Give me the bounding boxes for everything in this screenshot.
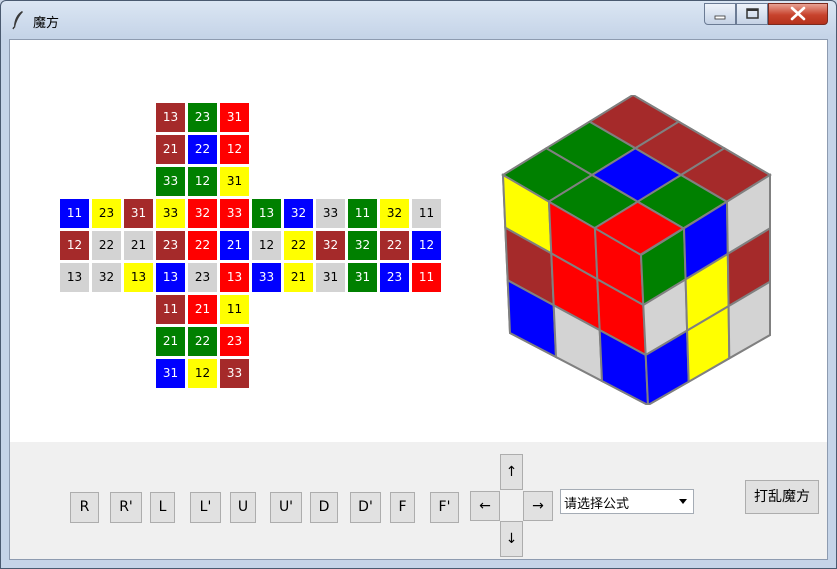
net-cell: 13 [156, 263, 185, 292]
move-button-r[interactable]: R [70, 492, 99, 523]
close-button[interactable] [768, 3, 828, 25]
net-cell: 31 [156, 359, 185, 388]
scramble-button[interactable]: 打乱魔方 [745, 480, 819, 514]
net-cell: 13 [220, 263, 249, 292]
net-cell: 33 [220, 199, 249, 228]
maximize-icon [746, 8, 759, 19]
net-cell: 33 [156, 199, 185, 228]
arrow-right-button[interactable]: → [523, 491, 553, 521]
net-cell: 12 [60, 231, 89, 260]
main-client-area: 13 23 31 21 22 12 33 12 31 11 23 31 33 32 33 13 32 33 11 32… [9, 39, 828, 560]
chevron-down-icon [679, 499, 687, 504]
close-icon [790, 6, 806, 21]
net-cell: 11 [412, 263, 441, 292]
net-cell: 13 [252, 199, 281, 228]
net-cell: 23 [380, 263, 409, 292]
cube-3d-view [501, 95, 772, 405]
net-cell: 23 [220, 327, 249, 356]
net-cell: 21 [124, 231, 153, 260]
app-window: 魔方 13 23 31 21 22 12 33 12 31 11 23 31 33 32 33 13 32 33 1… [0, 0, 837, 569]
net-cell: 21 [156, 327, 185, 356]
net-cell: 22 [380, 231, 409, 260]
net-cell: 31 [220, 167, 249, 196]
net-cell: 33 [220, 359, 249, 388]
move-button-l-prime[interactable]: L' [190, 492, 221, 523]
net-cell: 12 [188, 167, 217, 196]
net-cell: 32 [284, 199, 313, 228]
net-cell: 12 [252, 231, 281, 260]
net-cell: 32 [316, 231, 345, 260]
net-cell: 13 [156, 103, 185, 132]
net-cell: 21 [220, 231, 249, 260]
net-cell: 23 [188, 263, 217, 292]
net-cell: 11 [60, 199, 89, 228]
move-button-d-prime[interactable]: D' [350, 492, 381, 523]
net-cell: 22 [188, 135, 217, 164]
feather-icon [12, 11, 23, 30]
move-button-f[interactable]: F [390, 492, 415, 523]
net-cell: 32 [188, 199, 217, 228]
formula-select[interactable]: 请选择公式 [560, 489, 694, 514]
move-button-r-prime[interactable]: R' [110, 492, 142, 523]
net-cell: 11 [348, 199, 377, 228]
net-cell: 33 [252, 263, 281, 292]
net-cell: 32 [380, 199, 409, 228]
net-cell: 31 [348, 263, 377, 292]
net-cell: 22 [188, 327, 217, 356]
net-cell: 12 [220, 135, 249, 164]
cube-canvas: 13 23 31 21 22 12 33 12 31 11 23 31 33 32 33 13 32 33 11 32… [10, 40, 827, 442]
arrow-down-button[interactable]: ↓ [500, 521, 523, 557]
net-cell: 22 [284, 231, 313, 260]
maximize-button[interactable] [736, 3, 768, 25]
net-cell: 23 [92, 199, 121, 228]
net-cell: 31 [124, 199, 153, 228]
net-cell: 11 [156, 295, 185, 324]
net-cell: 22 [188, 231, 217, 260]
net-cell: 32 [348, 231, 377, 260]
net-cell: 22 [92, 231, 121, 260]
net-cell: 13 [60, 263, 89, 292]
move-button-d[interactable]: D [310, 492, 338, 523]
move-button-u-prime[interactable]: U' [270, 492, 302, 523]
net-cell: 31 [316, 263, 345, 292]
minimize-button[interactable] [704, 3, 736, 25]
net-cell: 21 [188, 295, 217, 324]
title-bar[interactable]: 魔方 [1, 1, 836, 39]
net-cell: 21 [156, 135, 185, 164]
net-cell: 21 [284, 263, 313, 292]
window-title: 魔方 [33, 16, 60, 31]
minimize-icon [714, 15, 726, 20]
net-cell: 23 [188, 103, 217, 132]
net-cell: 33 [156, 167, 185, 196]
net-cell: 13 [124, 263, 153, 292]
net-cell: 23 [156, 231, 185, 260]
net-cell: 11 [220, 295, 249, 324]
arrow-up-button[interactable]: ↑ [500, 454, 523, 490]
net-cell: 12 [412, 231, 441, 260]
net-cell: 11 [412, 199, 441, 228]
net-cell: 31 [220, 103, 249, 132]
net-cell: 12 [188, 359, 217, 388]
arrow-left-button[interactable]: ← [470, 491, 500, 521]
net-cell: 33 [316, 199, 345, 228]
formula-select-value: 请选择公式 [564, 497, 630, 512]
move-button-u[interactable]: U [230, 492, 256, 523]
move-button-l[interactable]: L [150, 492, 175, 523]
move-button-f-prime[interactable]: F' [430, 492, 459, 523]
net-cell: 32 [92, 263, 121, 292]
